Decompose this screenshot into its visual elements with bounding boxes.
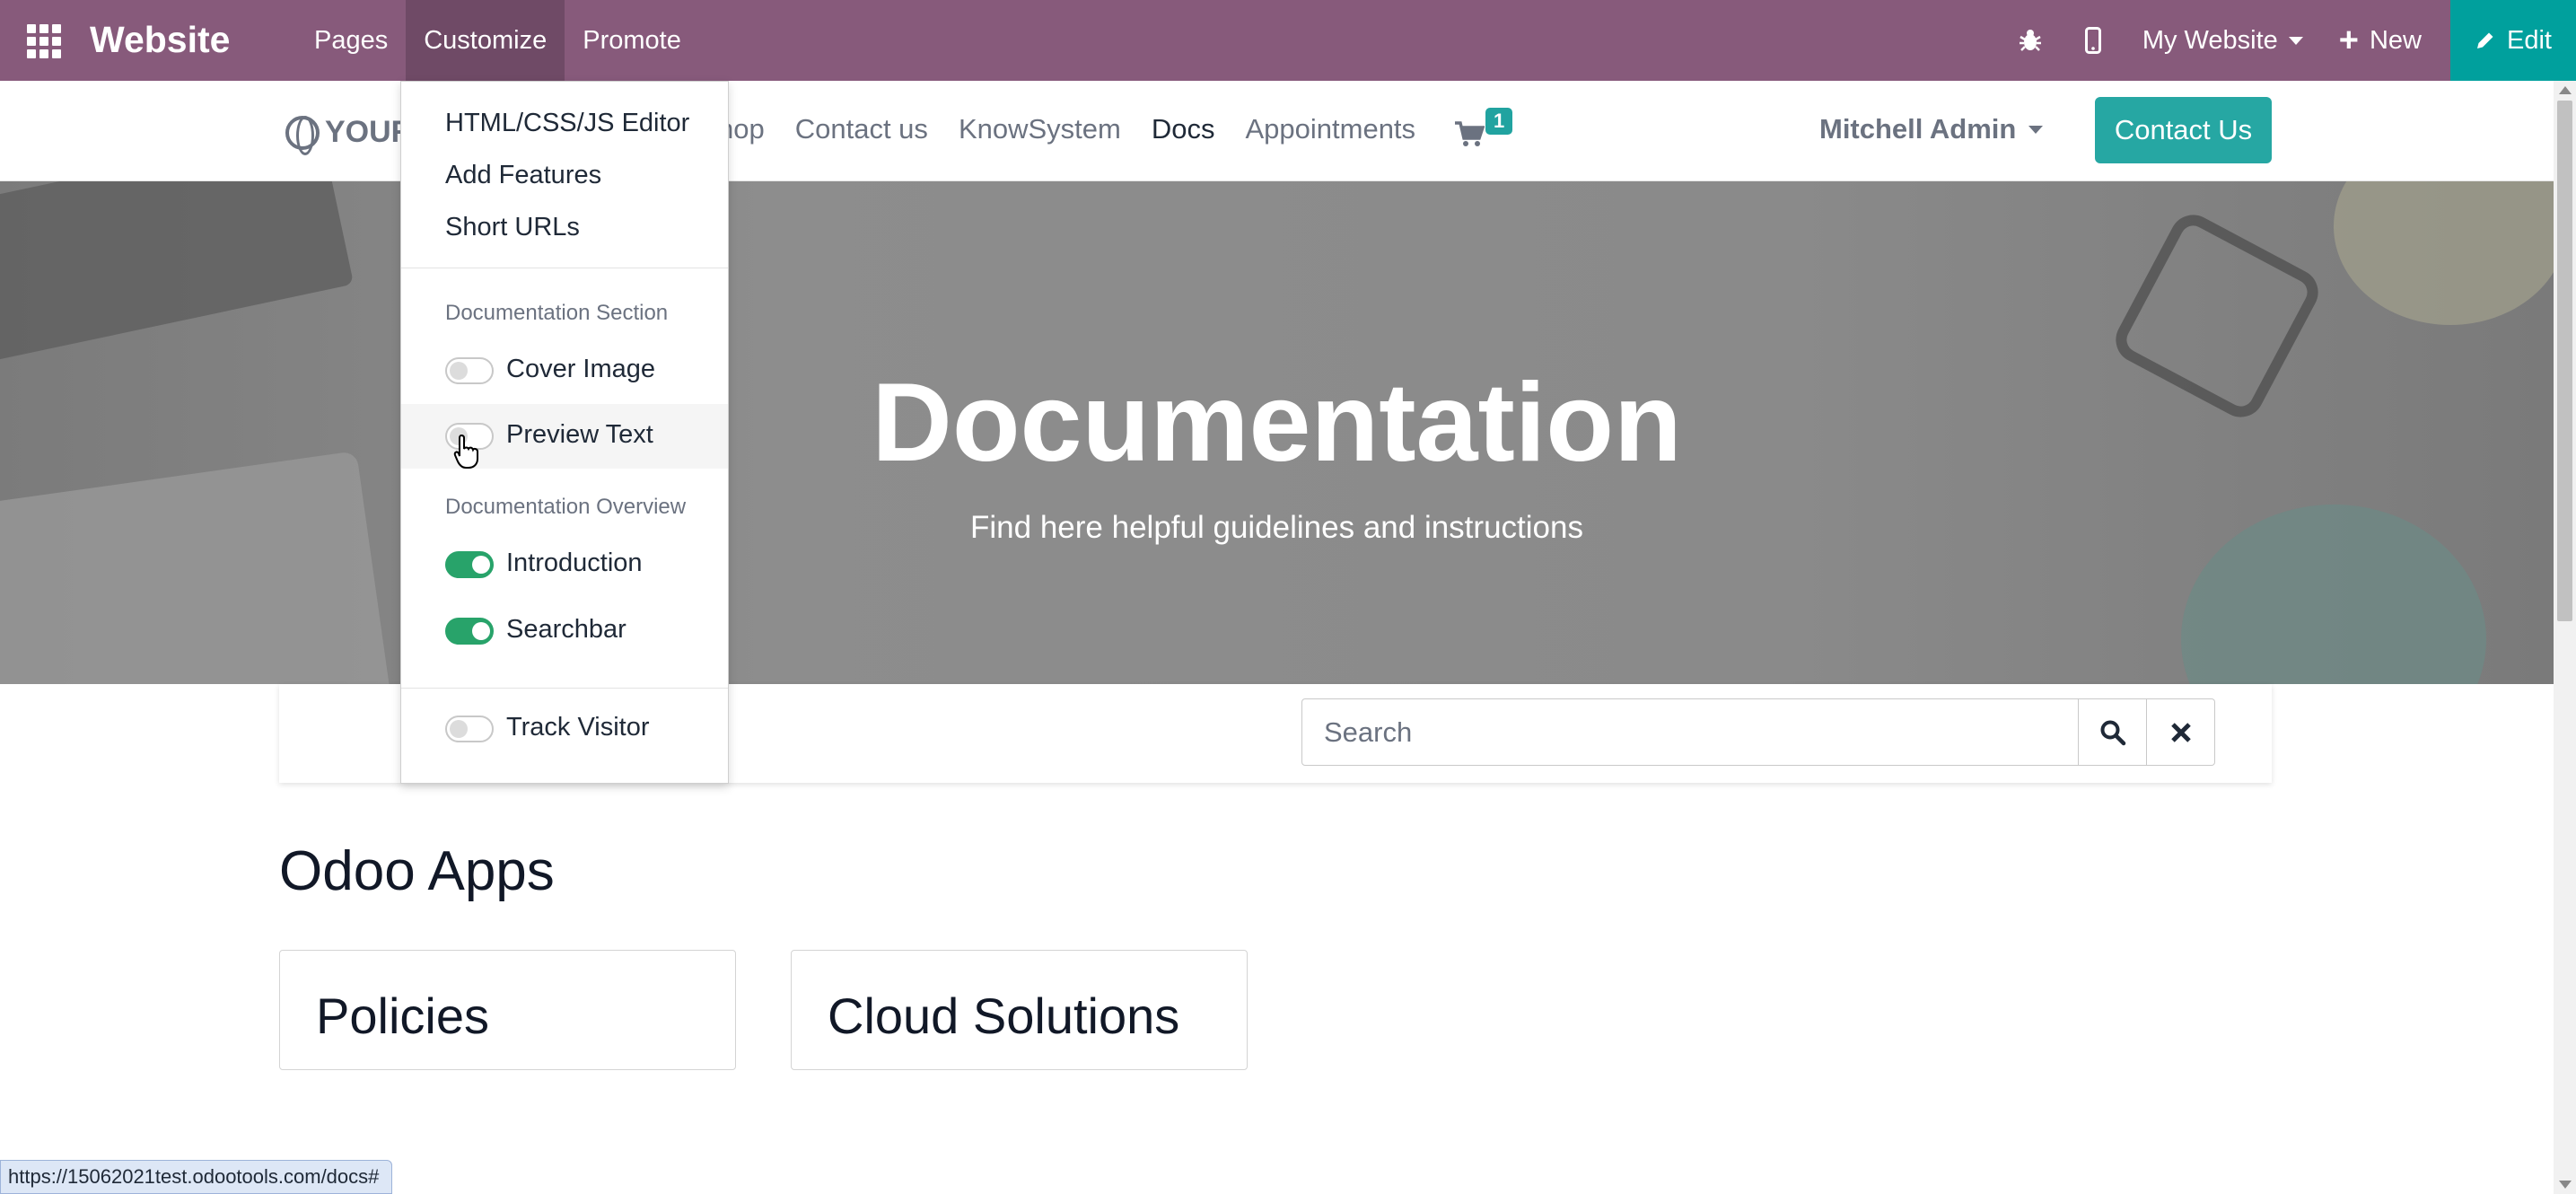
menu-customize[interactable]: Customize: [406, 0, 565, 81]
hand-pointer-icon: [453, 434, 478, 469]
card-title: Policies: [316, 988, 489, 1044]
searchbar-toggle[interactable]: [445, 618, 494, 645]
odoo-topbar: Website Pages Customize Promote My Websi…: [0, 0, 2576, 81]
section-header-documentation-section: Documentation Section: [445, 301, 669, 325]
nav-docs[interactable]: Docs: [1152, 113, 1215, 145]
top-menu: Pages Customize Promote: [296, 0, 699, 81]
scroll-up-icon[interactable]: [2559, 86, 2572, 94]
chevron-down-icon: [2288, 36, 2303, 45]
mobile-preview-icon[interactable]: [2062, 0, 2125, 81]
site-logo[interactable]: YOUR: [285, 115, 413, 155]
menu-item-html-editor[interactable]: HTML/CSS/JS Editor: [445, 109, 689, 138]
section-title: Odoo Apps: [279, 840, 555, 902]
introduction-toggle[interactable]: [445, 551, 494, 578]
hero-keyboard-decoration: [0, 181, 355, 363]
search-bar: [1301, 698, 2215, 766]
toggle-label: Track Visitor: [506, 713, 650, 742]
menu-promote[interactable]: Promote: [565, 0, 699, 81]
search-button[interactable]: [2079, 698, 2147, 766]
nav-appointments[interactable]: Appointments: [1245, 113, 1415, 145]
toggle-label: Cover Image: [506, 355, 656, 383]
hero-banner: Documentation Find here helpful guidelin…: [0, 181, 2554, 684]
apps-menu-icon[interactable]: [27, 24, 61, 58]
menu-item-add-features[interactable]: Add Features: [445, 161, 601, 190]
debug-bug-icon[interactable]: [1999, 0, 2062, 81]
user-name: Mitchell Admin: [1819, 113, 2017, 145]
app-name[interactable]: Website: [90, 14, 230, 65]
globe-icon: [285, 115, 320, 155]
hero-flowers-decoration: [2334, 181, 2554, 325]
toggle-row-preview-text[interactable]: Preview Text: [401, 404, 728, 469]
toggle-label: Introduction: [506, 549, 643, 577]
scroll-down-icon[interactable]: [2559, 1181, 2572, 1189]
search-icon: [2100, 720, 2125, 745]
toggle-label: Preview Text: [506, 420, 653, 449]
toggle-row-searchbar[interactable]: Searchbar: [401, 599, 728, 663]
status-bar-url: https://15062021test.odootools.com/docs#: [0, 1160, 393, 1194]
card-title: Cloud Solutions: [828, 988, 1180, 1044]
toggle-label: Searchbar: [506, 615, 626, 644]
toggle-row-cover-image[interactable]: Cover Image: [401, 338, 728, 403]
page-subtitle: Find here helpful guidelines and instruc…: [970, 510, 1583, 545]
new-button[interactable]: + New: [2321, 23, 2450, 57]
website-header: YOUR hop Contact us KnowSystem Docs Appo…: [0, 81, 2554, 181]
category-card-cloud-solutions[interactable]: Cloud Solutions: [791, 950, 1248, 1070]
menu-item-short-urls[interactable]: Short URLs: [445, 213, 580, 242]
track-visitor-toggle[interactable]: [445, 716, 494, 742]
pencil-icon: [2477, 32, 2493, 48]
nav-knowsystem[interactable]: KnowSystem: [959, 113, 1121, 145]
search-input[interactable]: [1301, 698, 2079, 766]
section-header-documentation-overview: Documentation Overview: [445, 495, 687, 519]
user-menu[interactable]: Mitchell Admin: [1819, 113, 2044, 145]
scrollbar-thumb[interactable]: [2557, 101, 2572, 621]
toggle-row-introduction[interactable]: Introduction: [401, 532, 728, 597]
cover-image-toggle[interactable]: [445, 357, 494, 384]
new-label: New: [2369, 25, 2422, 55]
menu-pages[interactable]: Pages: [296, 0, 406, 81]
menu-divider: [401, 688, 728, 689]
cart-count-badge: 1: [1485, 108, 1513, 135]
close-icon: [2170, 722, 2191, 742]
category-card-policies[interactable]: Policies: [279, 950, 736, 1070]
plus-icon: +: [2338, 22, 2359, 59]
topbar-right: My Website + New Edit: [1999, 0, 2576, 81]
website-selector-label: My Website: [2142, 25, 2278, 55]
clear-search-button[interactable]: [2147, 698, 2215, 766]
customize-dropdown: HTML/CSS/JS Editor Add Features Short UR…: [400, 81, 729, 784]
toggle-row-track-visitor[interactable]: Track Visitor: [401, 697, 728, 761]
chevron-down-icon: [2028, 125, 2044, 134]
page-scrollbar[interactable]: [2554, 81, 2576, 1194]
edit-label: Edit: [2507, 25, 2552, 55]
contact-us-button[interactable]: Contact Us: [2095, 97, 2272, 163]
website-selector[interactable]: My Website: [2125, 26, 2321, 56]
site-nav: hop Contact us KnowSystem Docs Appointme…: [718, 113, 1446, 145]
page-title: Documentation: [872, 361, 1682, 485]
edit-button[interactable]: Edit: [2450, 0, 2576, 81]
nav-contact-us[interactable]: Contact us: [795, 113, 928, 145]
